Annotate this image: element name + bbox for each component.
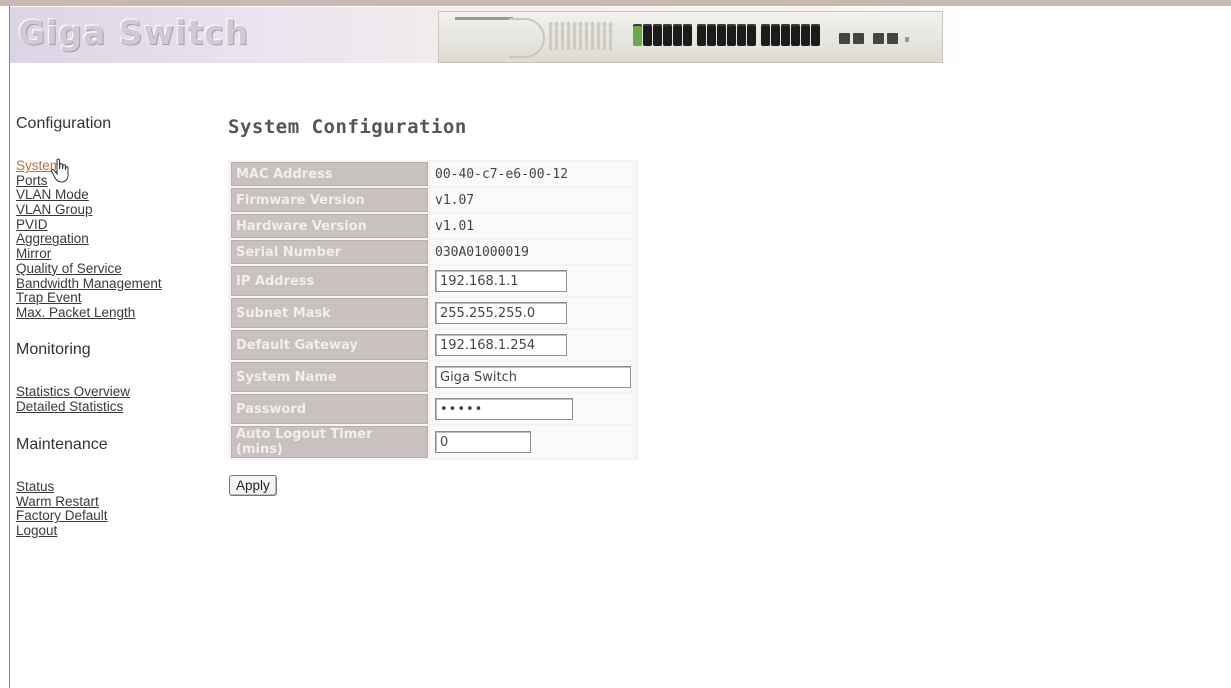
section-title-monitoring: Monitoring (16, 341, 91, 358)
port-group-2 (697, 24, 756, 46)
serial-number-label: Serial Number (231, 240, 428, 264)
nav-ports[interactable]: Ports (16, 173, 48, 188)
apply-button[interactable]: Apply (229, 475, 277, 496)
maintenance-menu: Status Warm Restart Factory Default Logo… (16, 479, 108, 538)
password-input[interactable] (435, 398, 573, 420)
table-row: System Name (231, 362, 635, 392)
default-gateway-label: Default Gateway (231, 330, 428, 360)
nav-logout[interactable]: Logout (16, 523, 57, 538)
ip-address-label: IP Address (231, 266, 428, 296)
hardware-version-value: v1.01 (431, 214, 635, 238)
window-top-border (0, 0, 1231, 6)
subnet-mask-label: Subnet Mask (231, 298, 428, 328)
nav-vlan-mode[interactable]: VLAN Mode (16, 187, 89, 202)
nav-status[interactable]: Status (16, 479, 54, 494)
table-row: Hardware Version v1.01 (231, 214, 635, 238)
nav-detailed-statistics[interactable]: Detailed Statistics (16, 399, 123, 414)
table-row: Serial Number 030A01000019 (231, 240, 635, 264)
system-name-label: System Name (231, 362, 428, 392)
hardware-version-label: Hardware Version (231, 214, 428, 238)
device-curve (509, 18, 545, 58)
table-row: MAC Address 00-40-c7-e6-00-12 (231, 162, 635, 186)
sfp-port-3 (873, 33, 884, 44)
header-banner: Giga Switch (10, 7, 970, 63)
password-label: Password (231, 394, 428, 424)
table-row: IP Address (231, 266, 635, 296)
serial-number-value: 030A01000019 (431, 240, 635, 264)
auto-logout-label: Auto Logout Timer (mins) (231, 426, 428, 458)
led-panel (549, 22, 615, 50)
switch-device-image (438, 11, 943, 63)
nav-pvid[interactable]: PVID (16, 217, 48, 232)
mac-address-label: MAC Address (231, 162, 428, 186)
auto-logout-input[interactable] (435, 431, 531, 453)
nav-warm-restart[interactable]: Warm Restart (16, 494, 99, 509)
nav-trap-event[interactable]: Trap Event (16, 290, 82, 305)
nav-max-packet-length[interactable]: Max. Packet Length (16, 305, 135, 320)
section-title-configuration: Configuration (16, 115, 112, 132)
table-row: Auto Logout Timer (mins) (231, 426, 635, 458)
sfp-port-1 (839, 33, 850, 44)
nav-statistics-overview[interactable]: Statistics Overview (16, 384, 130, 399)
nav-aggregation[interactable]: Aggregation (16, 231, 89, 246)
table-row: Firmware Version v1.07 (231, 188, 635, 212)
ip-address-input[interactable] (435, 270, 567, 292)
hand-pointer-icon (50, 158, 69, 183)
window-left-border (0, 6, 10, 688)
nav-factory-default[interactable]: Factory Default (16, 508, 108, 523)
configuration-menu: System Ports VLAN Mode VLAN Group PVID A… (16, 158, 162, 320)
nav-mirror[interactable]: Mirror (16, 246, 51, 261)
table-row: Subnet Mask (231, 298, 635, 328)
subnet-mask-input[interactable] (435, 302, 567, 324)
section-title-maintenance: Maintenance (16, 436, 108, 453)
nav-vlan-group[interactable]: VLAN Group (16, 202, 93, 217)
monitoring-menu: Statistics Overview Detailed Statistics (16, 384, 130, 413)
port-group-3 (761, 24, 820, 46)
brand-title: Giga Switch (18, 13, 250, 52)
nav-bandwidth-management[interactable]: Bandwidth Management (16, 276, 162, 291)
sfp-port-2 (853, 33, 864, 44)
sfp-port-4 (887, 33, 898, 44)
table-row: Password (231, 394, 635, 424)
system-name-input[interactable] (435, 366, 631, 388)
device-led (905, 37, 909, 42)
firmware-version-value: v1.07 (431, 188, 635, 212)
table-row: Default Gateway (231, 330, 635, 360)
port-group-1 (633, 24, 692, 46)
device-label (455, 17, 513, 20)
nav-quality-of-service[interactable]: Quality of Service (16, 261, 122, 276)
page-title: System Configuration (228, 116, 467, 138)
default-gateway-input[interactable] (435, 334, 567, 356)
firmware-version-label: Firmware Version (231, 188, 428, 212)
system-config-table: MAC Address 00-40-c7-e6-00-12 Firmware V… (228, 160, 638, 460)
mac-address-value: 00-40-c7-e6-00-12 (431, 162, 635, 186)
